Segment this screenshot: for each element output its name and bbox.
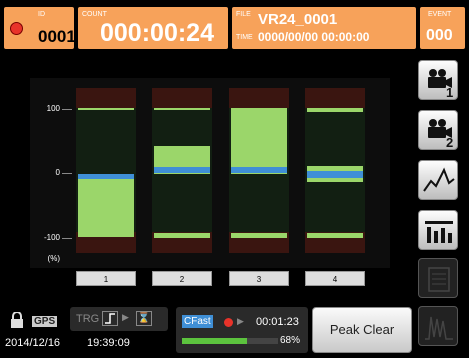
media-record-icon — [224, 318, 233, 327]
channel-2-label: 2 — [152, 271, 212, 286]
unit-label: (%) — [47, 254, 60, 263]
scale-label-100: 100 — [46, 104, 60, 113]
waveform-icon — [423, 167, 455, 192]
media-remaining: 68% — [280, 335, 301, 346]
channel-3-label: 3 — [229, 271, 289, 286]
id-box: ID 0001 — [4, 7, 76, 49]
count-value: 000:00:24 — [100, 19, 214, 47]
date-text: 2014/12/16 — [5, 337, 61, 349]
count-label: COUNT — [82, 11, 107, 18]
spectrum-button[interactable] — [418, 306, 458, 346]
scale-label-0: 0 — [55, 168, 60, 177]
record-time: 00:01:23 — [256, 316, 299, 328]
channel-3-peak-bottom — [231, 233, 287, 238]
trigger-label: TRG — [76, 313, 100, 325]
trigger-edge-icon — [102, 311, 118, 326]
event-label: EVENT — [428, 11, 452, 18]
gps-badge: GPS — [32, 316, 58, 327]
channel-4-peak-top — [307, 108, 363, 112]
list-icon — [428, 267, 450, 292]
file-label: FILE — [236, 11, 251, 18]
hourglass-icon: ⌛ — [136, 311, 152, 326]
trigger-panel: TRG ▶ ⌛ — [70, 307, 168, 331]
channel-3-meter — [229, 88, 289, 253]
channel-1-level-bar — [78, 178, 134, 236]
event-box: EVENT 000 — [420, 7, 465, 49]
channel-4-zero-marker — [307, 171, 363, 178]
tick-100 — [62, 109, 72, 110]
channel-1-label: 1 — [76, 271, 136, 286]
file-box: FILE VR24_0001 TIME 0000/00/00 00:00:00 — [232, 7, 416, 49]
channel-2-peak-top — [154, 108, 210, 110]
camera-2-button[interactable]: 2 — [418, 110, 458, 150]
peak-clear-button[interactable]: Peak Clear — [312, 307, 412, 353]
time-text: 19:39:09 — [87, 337, 130, 349]
spectrum-icon — [425, 316, 453, 340]
channel-3-level-bar — [231, 108, 287, 174]
meter-view-button[interactable] — [418, 210, 458, 250]
camera-1-button[interactable]: 1 — [418, 60, 458, 100]
channel-4-label: 4 — [305, 271, 365, 286]
time-label: TIME — [236, 34, 253, 41]
channel-2-peak-bottom — [154, 233, 210, 238]
play-arrow-icon: ▶ — [122, 312, 129, 322]
media-usage-bar — [182, 338, 278, 344]
count-box: COUNT 000:00:24 — [78, 7, 228, 49]
file-value: VR24_0001 — [258, 11, 338, 28]
id-value: 0001 — [38, 27, 76, 46]
record-indicator-icon — [10, 22, 23, 35]
waveform-button[interactable] — [418, 160, 458, 200]
list-button[interactable] — [418, 258, 458, 298]
camera-1-number: 1 — [446, 85, 454, 100]
tick-minus100 — [62, 238, 72, 239]
media-label: CFast — [182, 315, 213, 328]
time-value: 0000/00/00 00:00:00 — [258, 30, 370, 44]
channel-1-peak-bottom — [78, 235, 134, 237]
media-play-icon: ▶ — [237, 316, 244, 326]
channel-3-zero-marker — [231, 167, 287, 173]
tick-0 — [62, 173, 72, 174]
channel-2-meter — [152, 88, 212, 253]
channel-1-meter — [76, 88, 136, 253]
event-value: 000 — [426, 27, 453, 44]
channel-1-peak-top — [78, 108, 134, 110]
level-meter-icon — [425, 221, 453, 243]
channel-1-zero-marker — [78, 174, 134, 179]
media-usage-fill — [182, 338, 248, 344]
lock-icon — [10, 311, 24, 333]
scale-label-minus100: -100 — [43, 233, 60, 242]
media-panel: CFast ▶ 00:01:23 68% — [176, 307, 308, 353]
channel-2-zero-marker — [154, 167, 210, 173]
camera-2-number: 2 — [446, 135, 454, 150]
id-label: ID — [38, 11, 45, 18]
channel-4-peak-bottom — [307, 233, 363, 238]
channel-4-meter — [305, 88, 365, 253]
